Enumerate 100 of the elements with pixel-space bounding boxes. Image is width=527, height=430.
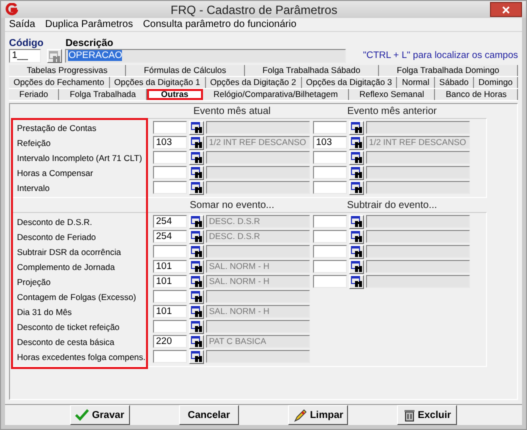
lookup-button[interactable] (189, 260, 204, 274)
code-field[interactable] (313, 166, 347, 179)
menu-item[interactable]: Duplica Parâmetros (45, 19, 133, 30)
lookup-button[interactable] (189, 274, 204, 288)
code-field[interactable]: 254 (153, 230, 187, 243)
tab[interactable]: Fórmulas de Cálculos (126, 65, 245, 76)
field-label: Horas excedentes folga compens. (16, 352, 146, 362)
group-heading: Subtrair do evento... (346, 200, 438, 212)
binoculars-icon (350, 216, 362, 227)
code-field[interactable]: 220 (153, 335, 187, 348)
tab[interactable]: Banco de Horas (435, 89, 518, 100)
binoculars-icon (190, 276, 202, 287)
event-description-field: 1/2 INT REF DESCANSO (366, 136, 470, 149)
lookup-button[interactable] (189, 350, 204, 364)
field-label: Desconto de Feriado (16, 232, 96, 242)
code-field[interactable] (313, 181, 347, 194)
code-field[interactable]: 101 (153, 275, 187, 288)
binoculars-icon (190, 137, 202, 148)
code-field[interactable] (153, 121, 187, 134)
code-field[interactable] (313, 245, 347, 258)
field-label: Refeição (16, 138, 51, 148)
field-label: Desconto de cesta básica (16, 336, 114, 346)
code-field[interactable] (313, 215, 347, 228)
code-field[interactable] (313, 121, 347, 134)
lookup-button[interactable] (189, 150, 204, 164)
tab[interactable]: Relógio/Comparativa/Bilhetagem (203, 89, 350, 100)
code-field[interactable] (153, 245, 187, 258)
tab[interactable]: Opções da Digitação 3 (302, 77, 398, 88)
tab[interactable]: Outras (147, 89, 204, 100)
code-field[interactable] (313, 151, 347, 164)
lookup-button[interactable] (189, 166, 204, 180)
binoculars-icon (350, 182, 362, 193)
code-field[interactable] (153, 290, 187, 303)
lookup-button[interactable] (189, 244, 204, 258)
lookup-button[interactable] (349, 230, 364, 244)
lookup-button[interactable] (189, 334, 204, 348)
code-field[interactable] (153, 151, 187, 164)
code-field[interactable]: 101 (153, 260, 187, 273)
group-heading: Evento mês anterior (346, 106, 438, 118)
binoculars-icon (190, 351, 202, 362)
lookup-button[interactable] (189, 136, 204, 150)
code-field[interactable] (153, 166, 187, 179)
code-field[interactable] (313, 275, 347, 288)
description-field[interactable]: OPERACAO (65, 49, 346, 63)
lookup-button[interactable] (349, 150, 364, 164)
tab[interactable]: Tabelas Progressivas (9, 65, 126, 76)
code-field[interactable] (153, 350, 187, 363)
tab[interactable]: Opções da Digitação 2 (206, 77, 302, 88)
logo-icon (5, 3, 18, 16)
binoculars-icon (190, 246, 202, 257)
tab[interactable]: Opções do Fechamento (9, 77, 110, 88)
lookup-button[interactable] (189, 180, 204, 194)
tab[interactable]: Feriado (9, 89, 60, 100)
code-field[interactable] (313, 260, 347, 273)
tab[interactable]: Domingo (474, 77, 518, 88)
code-field[interactable] (153, 181, 187, 194)
binoculars-icon (190, 261, 202, 272)
field-label: Prestação de Contas (16, 122, 96, 132)
action-button[interactable]: Limpar (288, 405, 348, 425)
field-label: Projeção (16, 276, 51, 286)
lookup-button[interactable] (349, 120, 364, 134)
action-button[interactable]: Cancelar (178, 405, 239, 425)
lookup-button[interactable] (349, 180, 364, 194)
tab[interactable]: Sábado (434, 77, 474, 88)
code-field[interactable]: 103 (153, 136, 187, 149)
code-field[interactable]: 101 (153, 305, 187, 318)
lookup-button[interactable] (189, 214, 204, 228)
tab[interactable]: Folga Trabalhada Domingo (379, 65, 518, 76)
tab[interactable]: Folga Trabalhada Sábado (244, 65, 380, 76)
lookup-button[interactable] (189, 304, 204, 318)
lookup-button[interactable] (189, 120, 204, 134)
menu-item[interactable]: Consulta parâmetro do funcionário (142, 19, 296, 30)
field-label: Intervalo Incompleto (Art 71 CLT) (16, 152, 142, 162)
binoculars-icon (190, 152, 202, 163)
code-field[interactable]: 254 (153, 215, 187, 228)
action-button[interactable]: Excluir (397, 405, 458, 425)
lookup-button[interactable] (189, 230, 204, 244)
tab[interactable]: Folga Trabalhada (59, 89, 148, 100)
hint-text: "CTRL + L" para localizar os campos (362, 50, 518, 63)
tab[interactable]: Opções da Digitação 1 (110, 77, 206, 88)
lookup-button[interactable] (349, 274, 364, 288)
code-field[interactable] (153, 320, 187, 333)
lookup-button[interactable] (349, 166, 364, 180)
code-field[interactable]: 1__ (9, 49, 41, 63)
code-field[interactable]: 103 (313, 136, 347, 149)
lookup-button[interactable] (189, 320, 204, 334)
tab[interactable]: Normal (397, 77, 435, 88)
close-button[interactable] (490, 2, 522, 17)
lookup-button[interactable] (349, 260, 364, 274)
lookup-button[interactable] (189, 290, 204, 304)
lookup-button[interactable] (349, 214, 364, 228)
lookup-button[interactable] (349, 244, 364, 258)
menu-item[interactable]: Saída (9, 19, 36, 30)
binoculars-icon (190, 231, 202, 242)
code-field[interactable] (313, 230, 347, 243)
action-button[interactable]: Gravar (70, 405, 130, 425)
lookup-button[interactable] (349, 136, 364, 150)
tab[interactable]: Reflexo Semanal (349, 89, 436, 100)
binoculars-icon (190, 216, 202, 227)
field-label: Código (9, 38, 44, 49)
